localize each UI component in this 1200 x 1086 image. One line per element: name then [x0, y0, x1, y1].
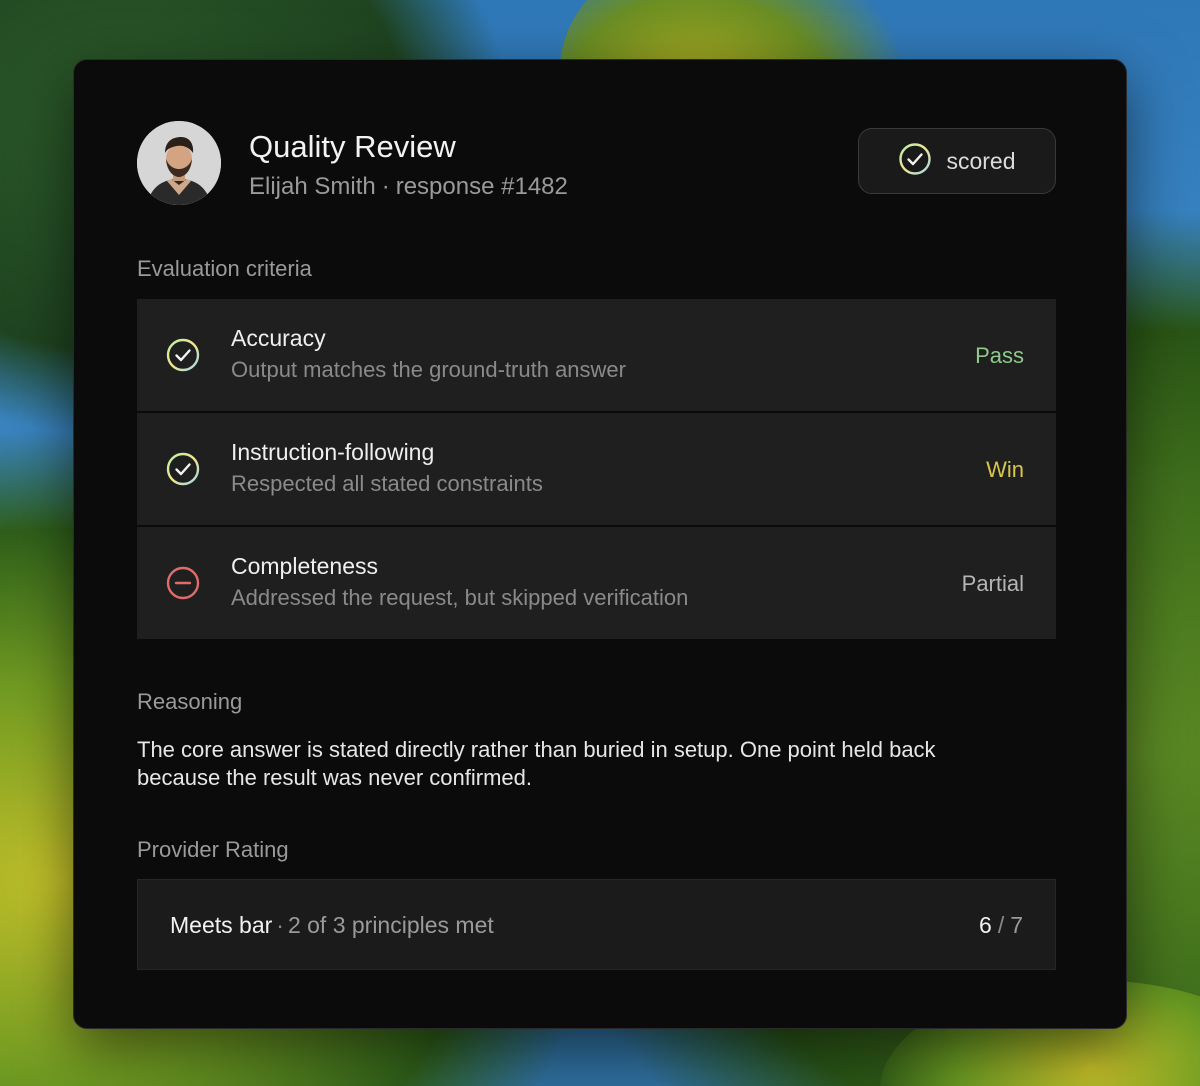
criterion-result: Pass: [975, 343, 1024, 368]
page-title: Quality Review: [249, 129, 456, 164]
criterion-result: Win: [986, 457, 1024, 482]
check-circle-icon: [165, 337, 201, 373]
rating-section-label: Provider Rating: [137, 837, 289, 862]
rating-label: Meets bar: [170, 912, 273, 938]
criterion-name: Completeness: [231, 553, 379, 579]
review-subtitle: Elijah Smith · response #1482: [249, 173, 568, 201]
check-circle-icon: [898, 142, 932, 181]
score-max: 7: [1010, 912, 1023, 938]
response-id: response #1482: [395, 173, 568, 200]
criterion-description: Addressed the request, but skipped verif…: [231, 585, 689, 610]
check-circle-icon: [165, 451, 201, 487]
score-separator: /: [997, 912, 1005, 938]
criterion-completeness[interactable]: Completeness Addressed the request, but …: [137, 527, 1056, 639]
author-name: Elijah Smith: [249, 173, 376, 200]
quality-review-card: Quality Review Elijah Smith · response #14…: [73, 59, 1127, 1029]
rating-separator: ·: [276, 912, 284, 938]
criterion-name: Accuracy: [231, 325, 326, 351]
criteria-list: Accuracy Output matches the ground-truth…: [137, 299, 1056, 641]
provider-rating[interactable]: Meets bar · 2 of 3 principles met 6/7: [137, 879, 1056, 970]
avatar: [137, 121, 221, 205]
criterion-instruction-following[interactable]: Instruction-following Respected all stat…: [137, 413, 1056, 525]
criterion-description: Output matches the ground-truth answer: [231, 357, 626, 382]
criterion-description: Respected all stated constraints: [231, 471, 543, 496]
status-badge[interactable]: scored: [858, 128, 1056, 194]
rating-score: 6/7: [979, 912, 1023, 939]
reasoning-section-label: Reasoning: [137, 689, 243, 714]
criterion-accuracy[interactable]: Accuracy Output matches the ground-truth…: [137, 299, 1056, 411]
score-value: 6: [979, 912, 992, 938]
status-label: scored: [946, 147, 1016, 174]
subtitle-separator: ·: [381, 173, 390, 200]
minus-circle-icon: [165, 565, 201, 601]
criteria-section-label: Evaluation criteria: [137, 256, 312, 281]
rating-summary: Meets bar · 2 of 3 principles met: [170, 912, 494, 939]
rating-detail: 2 of 3 principles met: [287, 912, 494, 938]
criterion-name: Instruction-following: [231, 439, 435, 465]
reasoning-text: The core answer is stated directly rathe…: [137, 737, 936, 790]
criterion-result: Partial: [961, 571, 1024, 596]
